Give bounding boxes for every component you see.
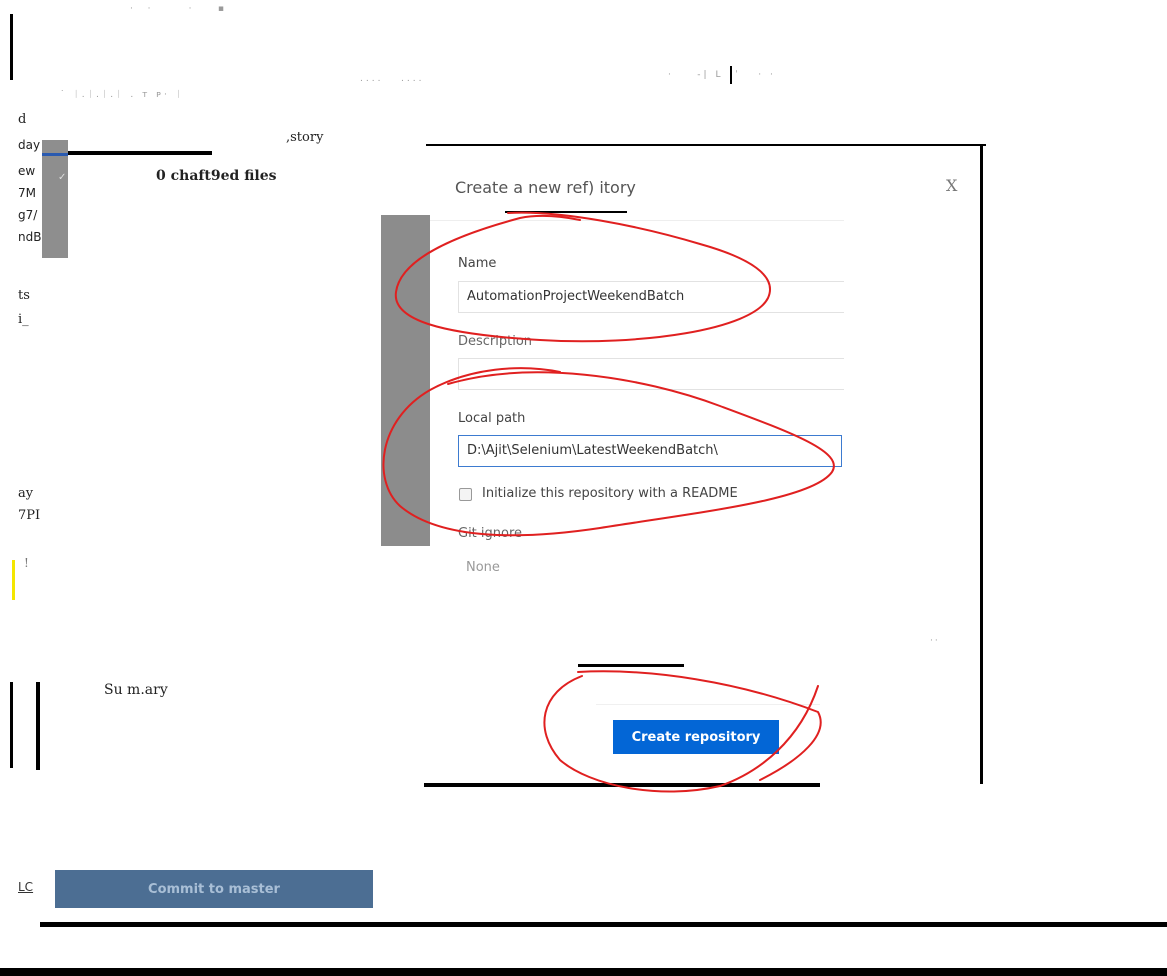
dialog-title-underline — [505, 211, 627, 213]
footer-top-line — [578, 664, 684, 667]
dialog-bottom-border — [424, 783, 820, 787]
bottom-divider-2 — [0, 968, 1167, 976]
git-ignore-label: Git ignore — [458, 526, 523, 541]
changed-files-label[interactable]: 0 chaft9ed files — [156, 168, 276, 184]
bottom-divider-1 — [40, 922, 1167, 927]
tab-underline — [68, 151, 212, 155]
description-label: Description — [458, 334, 533, 349]
close-icon[interactable]: X — [946, 176, 957, 195]
footer-separator — [596, 704, 820, 705]
yellow-marker — [12, 560, 15, 600]
check-icon: ✓ — [58, 172, 67, 183]
left-fragment: 7PI — [18, 508, 41, 523]
history-tab-block — [42, 140, 68, 258]
description-input[interactable] — [458, 358, 844, 390]
readme-checkbox[interactable] — [459, 488, 472, 501]
left-fragment: ! — [24, 556, 29, 570]
name-input[interactable]: AutomationProjectWeekendBatch — [458, 281, 844, 313]
history-tab-label[interactable]: ,story — [286, 130, 323, 145]
annotation-circle-name — [394, 211, 771, 343]
header-separator — [430, 220, 844, 221]
readme-label[interactable]: Initialize this repository with a README — [482, 486, 738, 501]
summary-border-right — [36, 682, 40, 770]
toolbar-remnant-row: ˙ ᛁ.ᛁ.ᛁ.ᛁ . ᴛ ᴘ· ᛁ — [60, 90, 185, 100]
toolbar-remnant-mid: .... .... — [360, 74, 425, 84]
local-path-label: Local path — [458, 411, 526, 426]
dialog-dots: ·· — [930, 636, 940, 646]
commit-button[interactable]: Commit to master — [55, 870, 373, 908]
dialog-side-panel — [381, 215, 430, 546]
left-fragment: g7/ — [18, 208, 38, 222]
left-border-top — [10, 14, 13, 80]
dialog-top-border — [426, 144, 986, 146]
create-repository-button[interactable]: Create repository — [613, 720, 779, 754]
left-fragment: ay — [18, 486, 34, 501]
dialog-title: Create a new ref) itory — [455, 178, 636, 197]
left-fragment: 7M — [18, 186, 36, 200]
git-ignore-select[interactable]: None — [466, 560, 500, 575]
left-fragment: ew — [18, 164, 36, 178]
left-fragment: d — [18, 112, 27, 127]
name-label: Name — [458, 256, 497, 271]
dialog-right-border — [980, 144, 983, 784]
summary-label: Su m.ary — [104, 682, 168, 698]
left-fragment: ts — [18, 288, 30, 303]
commit-prefix: LC — [18, 880, 34, 894]
toolbar-divider — [730, 66, 732, 84]
left-fragment: day — [18, 138, 41, 152]
summary-border-left — [10, 682, 13, 768]
toolbar-remnant-top: · · · ▪ — [130, 4, 228, 14]
left-fragment: ndB — [18, 230, 42, 244]
local-path-input[interactable]: D:\Ajit\Selenium\LatestWeekendBatch\ — [458, 435, 842, 467]
tab-active-indicator — [42, 153, 68, 156]
left-fragment: i_ — [18, 312, 29, 327]
toolbar-remnant-right: · -| ᒪ ˈ · · — [668, 70, 776, 80]
